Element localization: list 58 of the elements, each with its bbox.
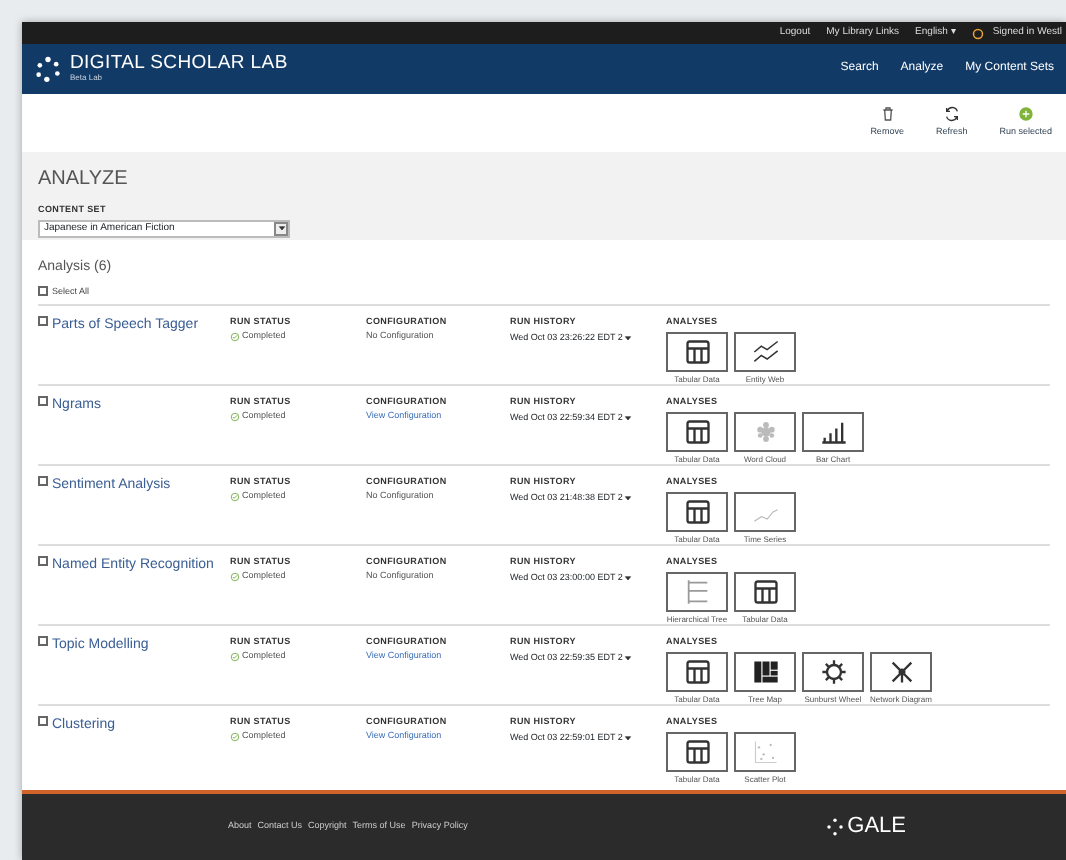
bar-chart-icon xyxy=(819,418,847,446)
check-circle-icon xyxy=(230,571,240,582)
checkbox[interactable] xyxy=(38,396,48,407)
scatter-plot-icon xyxy=(751,738,779,766)
visualization-tile-button[interactable] xyxy=(734,412,796,452)
checkbox[interactable] xyxy=(38,316,48,327)
visualization-tile-button[interactable] xyxy=(666,492,728,532)
checkbox[interactable] xyxy=(38,476,48,487)
brand-logo-icon xyxy=(825,818,844,836)
visualization-tile-button[interactable] xyxy=(666,732,728,772)
checkbox[interactable] xyxy=(38,556,48,567)
table-icon xyxy=(683,338,711,366)
word-cloud-icon xyxy=(751,418,779,446)
visualization-tile-button[interactable] xyxy=(734,732,796,772)
trash-icon xyxy=(879,106,896,123)
refresh-icon xyxy=(943,106,960,123)
check-circle-icon xyxy=(230,331,240,342)
tree-map-icon xyxy=(751,658,779,686)
caret-icon xyxy=(624,654,633,663)
check-circle-icon xyxy=(230,731,240,742)
visualization-tile-button[interactable] xyxy=(734,572,796,612)
table-icon xyxy=(683,658,711,686)
table-icon xyxy=(683,738,711,766)
visualization-tile-button[interactable] xyxy=(666,412,728,452)
caret-icon xyxy=(624,734,633,743)
table-icon xyxy=(751,578,779,606)
check-circle-icon xyxy=(230,651,240,662)
visualization-tile-button[interactable] xyxy=(666,332,728,372)
visualization-tile-button[interactable] xyxy=(666,652,728,692)
visualization-tile-button[interactable] xyxy=(734,492,796,532)
network-icon xyxy=(887,658,915,686)
app-title: DIGITAL SCHOLAR LAB xyxy=(70,53,288,73)
brand-name: GALE xyxy=(847,812,906,843)
tree-icon xyxy=(683,578,711,606)
visualization-tile-button[interactable] xyxy=(802,412,864,452)
check-circle-icon xyxy=(230,491,240,502)
user-icon xyxy=(972,27,985,39)
caret-icon xyxy=(624,574,633,583)
table-icon xyxy=(683,418,711,446)
caret-icon xyxy=(624,414,633,423)
plus-circle-icon xyxy=(1017,106,1034,123)
check-circle-icon xyxy=(230,411,240,422)
checkbox[interactable] xyxy=(38,286,48,297)
visualization-tile-button[interactable] xyxy=(802,652,864,692)
visualization-tile-button[interactable] xyxy=(666,572,728,612)
visualization-tile-button[interactable] xyxy=(870,652,932,692)
checkbox[interactable] xyxy=(38,716,48,727)
visualization-tile-button[interactable] xyxy=(734,332,796,372)
caret-icon xyxy=(277,224,285,233)
checkbox[interactable] xyxy=(38,636,48,647)
caret-icon xyxy=(624,494,633,503)
visualization-tile-button[interactable] xyxy=(734,652,796,692)
caret-icon xyxy=(624,334,633,343)
logo-icon xyxy=(34,55,62,83)
line-chart-icon xyxy=(751,338,779,366)
page-title: ANALYZE xyxy=(38,166,130,194)
table-icon xyxy=(683,498,711,526)
gear-icon xyxy=(819,658,847,686)
